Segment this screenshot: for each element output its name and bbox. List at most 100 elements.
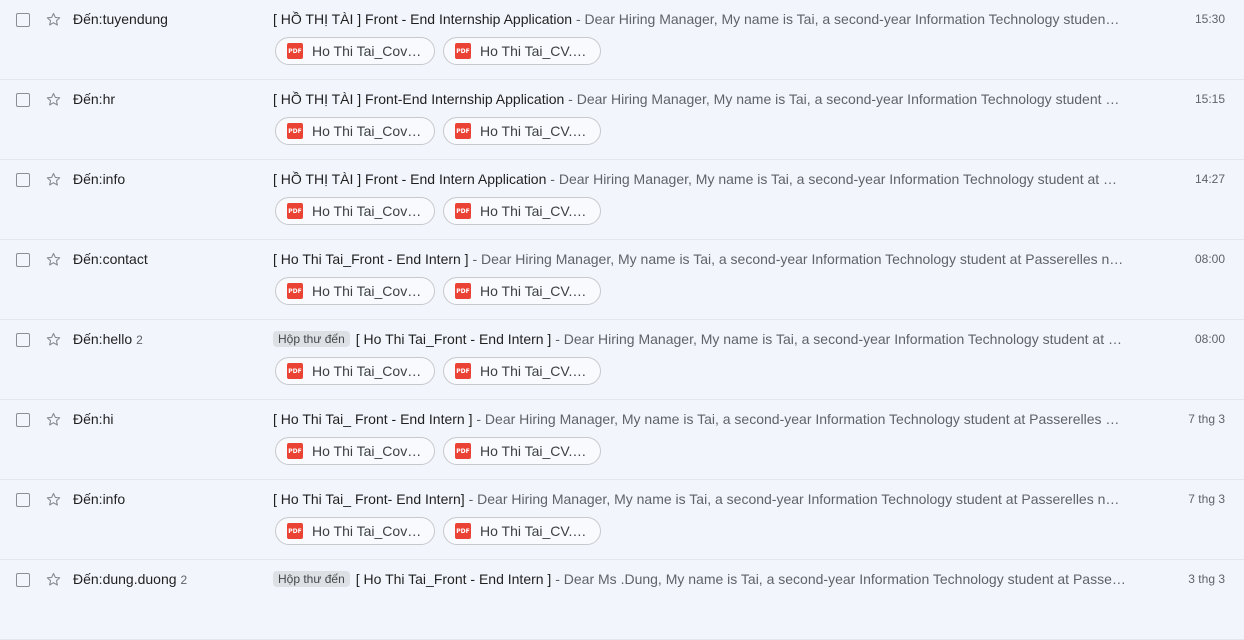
attachment-chip[interactable]: PDF Ho Thi Tai_CV.pdf bbox=[443, 437, 601, 465]
thread-count: 2 bbox=[136, 333, 143, 347]
star-icon[interactable] bbox=[44, 330, 62, 348]
attachment-chip[interactable]: PDF Ho Thi Tai_Cove… bbox=[275, 437, 435, 465]
email-snippet: Dear Ms .Dung, My name is Tai, a second-… bbox=[563, 571, 1126, 587]
attachment-name: Ho Thi Tai_Cove… bbox=[312, 283, 424, 299]
attachment-chip[interactable]: PDF Ho Thi Tai_Cove… bbox=[275, 37, 435, 65]
pdf-icon: PDF bbox=[287, 203, 303, 219]
attachment-name: Ho Thi Tai_Cove… bbox=[312, 443, 424, 459]
select-checkbox[interactable] bbox=[16, 253, 30, 267]
email-time: 15:30 bbox=[1194, 12, 1225, 26]
sender: Đến:hello 2 bbox=[73, 331, 263, 347]
inbox-label[interactable]: Hộp thư đến bbox=[273, 331, 350, 347]
attachment-name: Ho Thi Tai_CV.P… bbox=[480, 363, 590, 379]
select-checkbox[interactable] bbox=[16, 413, 30, 427]
subject-line: [ Ho Thi Tai_ Front- End Intern] - Dear … bbox=[273, 491, 1120, 507]
star-icon[interactable] bbox=[44, 570, 62, 588]
pdf-icon: PDF bbox=[455, 443, 471, 459]
sender-name: Đến:hi bbox=[73, 411, 114, 427]
select-checkbox[interactable] bbox=[16, 173, 30, 187]
attachment-chip[interactable]: PDF Ho Thi Tai_Cove… bbox=[275, 357, 435, 385]
sender-name: Đến:tuyendung bbox=[73, 11, 168, 27]
attachment-chip[interactable]: PDF Ho Thi Tai_CV.pdf bbox=[443, 37, 601, 65]
star-icon[interactable] bbox=[44, 170, 62, 188]
attachment-chip[interactable]: PDF Ho Thi Tai_CV.pdf bbox=[443, 117, 601, 145]
sender-name: Đến:hr bbox=[73, 91, 116, 107]
star-icon[interactable] bbox=[44, 250, 62, 268]
select-checkbox[interactable] bbox=[16, 93, 30, 107]
sender-name: Đến:hello bbox=[73, 331, 133, 347]
email-time: 08:00 bbox=[1194, 332, 1225, 346]
email-snippet: Dear Hiring Manager, My name is Tai, a s… bbox=[563, 331, 1122, 347]
sender: Đến:hr bbox=[73, 91, 263, 107]
attachment-name: Ho Thi Tai_CV.pdf bbox=[480, 123, 590, 139]
subject-line: Hộp thư đến [ Ho Thi Tai_Front - End Inte… bbox=[273, 331, 1133, 347]
star-icon[interactable] bbox=[44, 10, 62, 28]
subject-line: [ Ho Thi Tai_Front - End Intern ] - Dear… bbox=[273, 251, 1124, 267]
pdf-icon: PDF bbox=[455, 283, 471, 299]
email-subject: [ HỒ THỊ TÀI ] Front - End Internship Ap… bbox=[273, 11, 573, 27]
sender-name: Đến:dung.duong bbox=[73, 571, 177, 587]
attachment-name: Ho Thi Tai_Cove… bbox=[312, 523, 424, 539]
attachment-chip[interactable]: PDF Ho Thi Tai_Cove… bbox=[275, 517, 435, 545]
pdf-icon: PDF bbox=[287, 443, 303, 459]
attachment-name: Ho Thi Tai_CV.pdf bbox=[480, 43, 590, 59]
subject-line: [ HỒ THỊ TÀI ] Front - End Intern Applic… bbox=[273, 171, 1118, 187]
email-subject: [ Ho Thi Tai_Front - End Intern ] bbox=[355, 331, 552, 347]
attachment-chip[interactable]: PDF Ho Thi Tai_CV.P… bbox=[443, 277, 601, 305]
pdf-icon: PDF bbox=[455, 123, 471, 139]
attachment-name: Ho Thi Tai_Cove… bbox=[312, 123, 424, 139]
attachment-name: Ho Thi Tai_CV.P… bbox=[480, 283, 590, 299]
select-checkbox[interactable] bbox=[16, 493, 30, 507]
attachment-name: Ho Thi Tai_Cove… bbox=[312, 363, 424, 379]
pdf-icon: PDF bbox=[455, 43, 471, 59]
sender-name: Đến:info bbox=[73, 171, 126, 187]
email-row[interactable]: Đến:dung.duong 2 Hộp thư đến [ Ho Thi Tai_… bbox=[0, 560, 1244, 640]
email-row[interactable]: Đến:tuyendung [ HỒ THỊ TÀI ] Front - End… bbox=[0, 0, 1244, 80]
inbox-label[interactable]: Hộp thư đến bbox=[273, 571, 350, 587]
attachment-chip[interactable]: PDF Ho Thi Tai_CV.P… bbox=[443, 357, 601, 385]
attachment-chip[interactable]: PDF Ho Thi Tai_CV.pdf bbox=[443, 197, 601, 225]
sender-name: Đến:info bbox=[73, 491, 126, 507]
email-snippet: Dear Hiring Manager, My name is Tai, a s… bbox=[576, 91, 1120, 107]
pdf-icon: PDF bbox=[287, 523, 303, 539]
pdf-icon: PDF bbox=[287, 363, 303, 379]
pdf-icon: PDF bbox=[287, 123, 303, 139]
email-row[interactable]: Đến:hr [ HỒ THỊ TÀI ] Front-End Internsh… bbox=[0, 80, 1244, 160]
email-row[interactable]: Đến:info [ Ho Thi Tai_ Front- End Intern… bbox=[0, 480, 1244, 560]
email-row[interactable]: Đến:hello 2 Hộp thư đến [ Ho Thi Tai_Front… bbox=[0, 320, 1244, 400]
attachment-name: Ho Thi Tai_CV.pdf bbox=[480, 523, 590, 539]
email-subject: [ HỒ THỊ TÀI ] Front - End Intern Applic… bbox=[273, 171, 547, 187]
pdf-icon: PDF bbox=[287, 283, 303, 299]
select-checkbox[interactable] bbox=[16, 333, 30, 347]
email-snippet: Dear Hiring Manager, My name is Tai, a s… bbox=[481, 251, 1124, 267]
select-checkbox[interactable] bbox=[16, 573, 30, 587]
subject-line: Hộp thư đến [ Ho Thi Tai_Front - End Inte… bbox=[273, 571, 1133, 587]
thread-count: 2 bbox=[180, 573, 188, 587]
email-time: 14:27 bbox=[1194, 172, 1225, 186]
attachment-name: Ho Thi Tai_Cove… bbox=[312, 43, 424, 59]
attachment-chip[interactable]: PDF Ho Thi Tai_Cove… bbox=[275, 117, 435, 145]
email-time: 15:15 bbox=[1194, 92, 1225, 106]
sender: Đến:tuyendung bbox=[73, 11, 263, 27]
email-time: 7 thg 3 bbox=[1188, 492, 1225, 506]
attachment-chip[interactable]: PDF Ho Thi Tai_CV.pdf bbox=[443, 517, 601, 545]
select-checkbox[interactable] bbox=[16, 13, 30, 27]
star-icon[interactable] bbox=[44, 490, 62, 508]
email-row[interactable]: Đến:contact [ Ho Thi Tai_Front - End Int… bbox=[0, 240, 1244, 320]
email-subject: [ HỒ THỊ TÀI ] Front-End Internship Appl… bbox=[273, 91, 565, 107]
attachment-name: Ho Thi Tai_CV.pdf bbox=[480, 203, 590, 219]
email-row[interactable]: Đến:hi [ Ho Thi Tai_ Front - End Intern … bbox=[0, 400, 1244, 480]
sender-name: Đến:contact bbox=[73, 251, 148, 267]
attachment-chip[interactable]: PDF Ho Thi Tai_Cove… bbox=[275, 197, 435, 225]
email-snippet: Dear Hiring Manager, My name is Tai, a s… bbox=[477, 491, 1120, 507]
attachment-chip[interactable]: PDF Ho Thi Tai_Cove… bbox=[275, 277, 435, 305]
subject-line: [ HỒ THỊ TÀI ] Front-End Internship Appl… bbox=[273, 91, 1120, 107]
attachment-name: Ho Thi Tai_Cove… bbox=[312, 203, 424, 219]
pdf-icon: PDF bbox=[455, 523, 471, 539]
email-time: 08:00 bbox=[1194, 252, 1225, 266]
email-snippet: Dear Hiring Manager, My name is Tai, a s… bbox=[584, 11, 1120, 27]
email-row[interactable]: Đến:info [ HỒ THỊ TÀI ] Front - End Inte… bbox=[0, 160, 1244, 240]
email-list: Đến:tuyendung [ HỒ THỊ TÀI ] Front - End… bbox=[0, 0, 1244, 640]
star-icon[interactable] bbox=[44, 410, 62, 428]
star-icon[interactable] bbox=[44, 90, 62, 108]
